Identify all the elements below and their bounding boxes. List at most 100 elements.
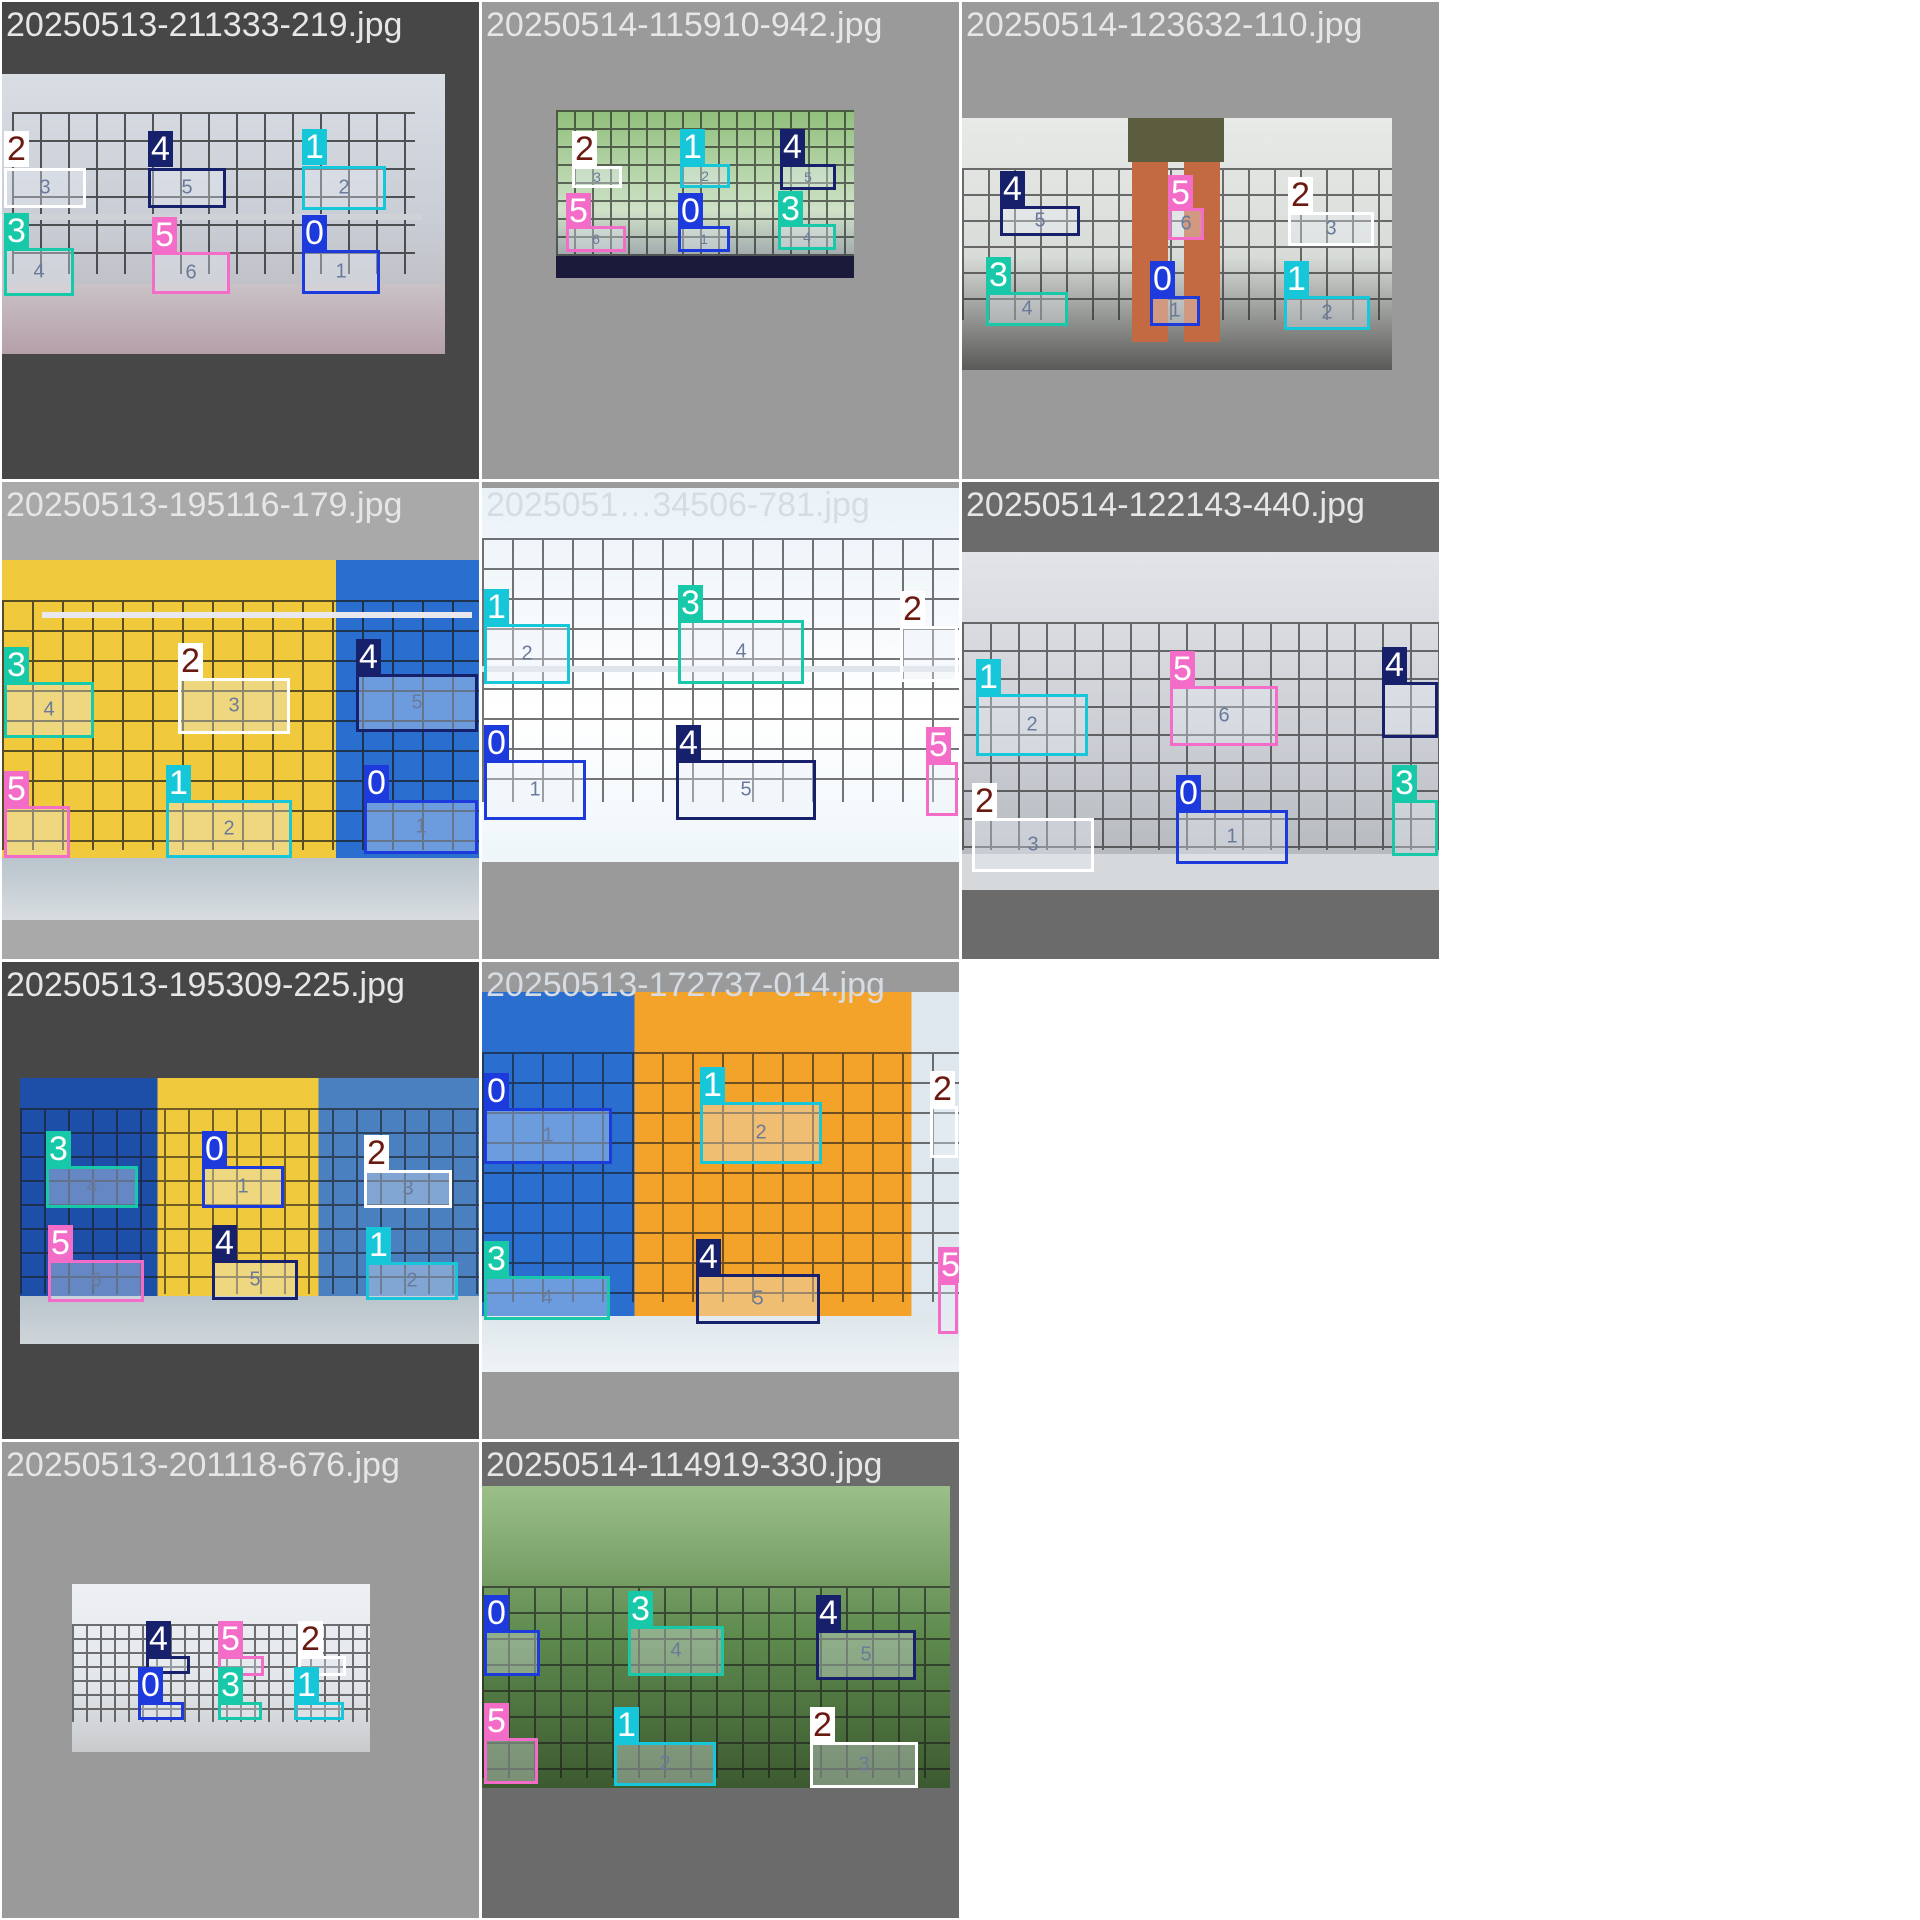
bbox-class-label: 0	[202, 1131, 227, 1167]
box-number: 4	[43, 698, 55, 721]
bbox: 1 2	[1284, 261, 1370, 330]
bbox-class-label: 0	[484, 1595, 509, 1631]
tile-filename: 2025051…34506-781.jpg	[486, 486, 870, 524]
box-number: 1	[542, 1124, 554, 1147]
bbox: 5 6	[566, 193, 626, 252]
box-number: 1	[1226, 825, 1238, 848]
tile-filename: 20250513-195116-179.jpg	[6, 486, 403, 524]
box-number: 2	[1321, 301, 1333, 324]
bbox-class-label: 1	[614, 1707, 639, 1743]
bbox-class-label: 4	[148, 131, 173, 167]
bbox-class-label: 1	[294, 1667, 319, 1703]
box-number: 3	[1027, 833, 1039, 856]
bbox: 1 2	[366, 1227, 458, 1300]
box-number: 3	[1325, 217, 1337, 240]
bbox-class-label: 4	[356, 639, 381, 675]
tile-7: 20250513-195309-225.jpg 3 4 0 1 2 3 5 6 …	[2, 962, 479, 1439]
bbox: 2	[930, 1071, 958, 1158]
bbox: 5 6	[1168, 175, 1204, 240]
bbox: 0 1	[678, 193, 730, 252]
bbox: 3 4	[778, 191, 836, 250]
box-number: 2	[521, 642, 533, 665]
bbox: 2	[900, 591, 958, 682]
bbox: 5	[4, 771, 70, 858]
box-number: 5	[1034, 209, 1046, 232]
bbox-class-label: 4	[1382, 647, 1407, 683]
bbox: 1 2	[680, 129, 730, 188]
bbox: 3 4	[986, 257, 1068, 326]
tile-9: 20250513-201118-676.jpg 4 5 2 0 3 1	[2, 1442, 479, 1918]
bbox-class-label: 0	[1176, 775, 1201, 811]
tile-3: 20250514-123632-110.jpg 4 5 5 6 2 3 3 4 …	[962, 2, 1439, 479]
bbox-class-label: 4	[212, 1225, 237, 1261]
bbox-class-label: 0	[678, 193, 703, 229]
bbox: 4 5	[356, 639, 478, 732]
tile-filename: 20250513-172737-014.jpg	[486, 966, 885, 1004]
wire-grid	[556, 110, 854, 278]
box-number: 5	[752, 1287, 764, 1310]
photo	[2, 560, 479, 920]
bbox-class-label: 5	[218, 1621, 243, 1657]
bbox: 1 2	[976, 659, 1088, 756]
tile-6: 20250514-122143-440.jpg 1 2 5 6 4 2 3 0 …	[962, 482, 1439, 959]
bbox-class-label: 4	[676, 725, 701, 761]
bbox: 1 2	[700, 1067, 822, 1164]
bbox-class-label: 1	[976, 659, 1001, 695]
bbox-class-label: 2	[364, 1135, 389, 1171]
bbox-class-label: 0	[484, 725, 509, 761]
tile-1: 20250513-211333-219.jpg 2 3 4 5 1 2 3 4 …	[2, 2, 479, 479]
floor	[2, 858, 479, 920]
bbox: 0 1	[202, 1131, 284, 1208]
bbox: 2 3	[4, 131, 86, 208]
bbox: 1 2	[302, 129, 386, 210]
bbox: 4	[1382, 647, 1438, 738]
bbox-class-label: 3	[628, 1591, 653, 1627]
bbox: 5	[484, 1703, 538, 1784]
tile-5: 2025051…34506-781.jpg 1 2 3 4 2 0 1 4 5 …	[482, 482, 959, 959]
tile-filename: 20250514-123632-110.jpg	[966, 6, 1363, 44]
bbox: 3	[218, 1667, 262, 1720]
tile-filename: 20250514-115910-942.jpg	[486, 6, 883, 44]
bbox: 2 3	[972, 783, 1094, 872]
bbox-class-label: 3	[986, 257, 1011, 293]
box-number: 6	[90, 1269, 102, 1292]
bbox-class-label: 1	[700, 1067, 725, 1103]
bbox: 5 6	[1170, 651, 1278, 746]
box-number: 5	[804, 169, 812, 185]
box-number: 3	[402, 1177, 414, 1200]
box-number: 4	[670, 1639, 682, 1662]
box-number: 2	[223, 817, 235, 840]
bbox-class-label: 1	[484, 589, 509, 625]
bbox: 0 1	[1176, 775, 1288, 864]
photo	[2, 74, 445, 354]
bbox-class-label: 3	[1392, 765, 1417, 801]
bbox-class-label: 2	[4, 131, 29, 167]
bbox: 3 4	[484, 1241, 610, 1320]
bbox-class-label: 5	[566, 193, 591, 229]
shorts	[1128, 118, 1224, 162]
shelf	[42, 612, 472, 618]
bbox-class-label: 5	[152, 217, 177, 253]
tile-filename: 20250514-122143-440.jpg	[966, 486, 1365, 524]
floor	[20, 1296, 479, 1344]
box-number: 3	[858, 1753, 870, 1776]
bbox-class-label: 0	[364, 765, 389, 801]
bbox: 2 3	[1288, 177, 1374, 246]
box-number: 2	[406, 1269, 418, 1292]
bbox-class-label: 4	[780, 129, 805, 165]
shelf	[2, 214, 422, 220]
tile-filename: 20250513-211333-219.jpg	[6, 6, 403, 44]
bbox: 5	[926, 727, 958, 816]
tile-4: 20250513-195116-179.jpg 3 4 2 3 4 5 5 1 …	[2, 482, 479, 959]
box-number: 6	[1180, 212, 1192, 235]
bbox-class-label: 2	[930, 1071, 955, 1107]
bbox-class-label: 4	[1000, 171, 1025, 207]
bbox-class-label: 3	[218, 1667, 243, 1703]
box-number: 5	[249, 1268, 261, 1291]
bbox-class-label: 2	[900, 591, 925, 627]
bbox-class-label: 5	[1170, 651, 1195, 687]
box-number: 2	[659, 1752, 671, 1775]
box-number: 5	[740, 778, 752, 801]
bbox-class-label: 4	[696, 1239, 721, 1275]
bbox: 4 5	[676, 725, 816, 820]
